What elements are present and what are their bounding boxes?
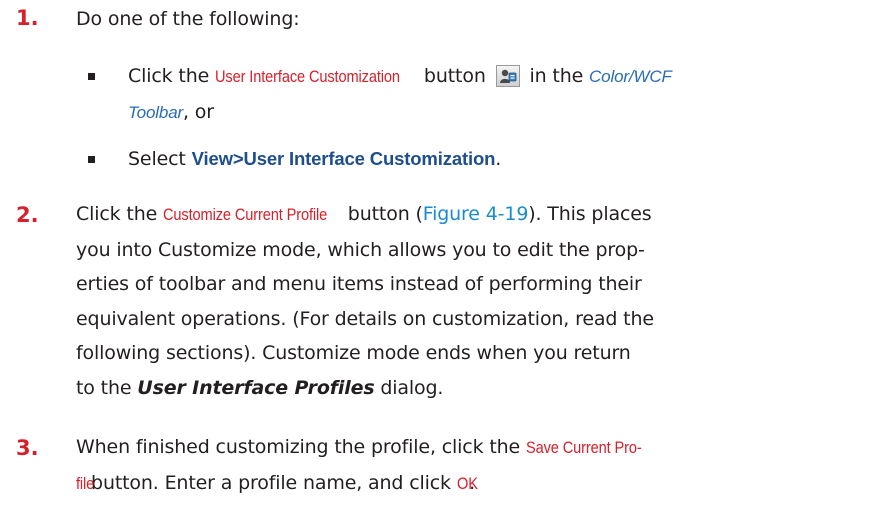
step-1-intro: Do one of the following: [76, 8, 300, 30]
option-menu-path: Select View>User Interface Customization… [128, 148, 502, 170]
user-interface-customization-icon [495, 65, 520, 87]
ui-name-ok: OK [456, 473, 478, 493]
ui-name-save-current-profile: Save Current Pro- [525, 438, 642, 457]
bullet-marker [88, 73, 95, 80]
step-number: 1. [16, 6, 39, 30]
dialog-name: User Interface Profiles [137, 376, 375, 399]
ui-name-save-current-profile-cont: file [76, 473, 95, 493]
toolbar-name-cont: Toolbar [128, 102, 184, 122]
bullet-marker [88, 156, 95, 163]
option-toolbar-button: Click the User Interface Customization b… [128, 59, 888, 130]
figure-reference-link[interactable]: Figure 4-19 [423, 203, 529, 225]
ui-name-customize-current-profile: Customize Current Profile [163, 205, 328, 224]
toolbar-name: Color/WCF [589, 67, 672, 86]
ui-name-user-interface-customization: User Interface Customization [215, 67, 400, 86]
step-2-text: Click the Customize Current Profile butt… [76, 197, 884, 405]
step-number: 3. [16, 436, 39, 460]
menu-path: View>User Interface Customization [191, 148, 496, 169]
manual-page: 1. Do one of the following: Click the Us… [0, 0, 896, 511]
step-number: 2. [16, 203, 39, 227]
step-3-text: When finished customizing the profile, c… [76, 430, 884, 501]
